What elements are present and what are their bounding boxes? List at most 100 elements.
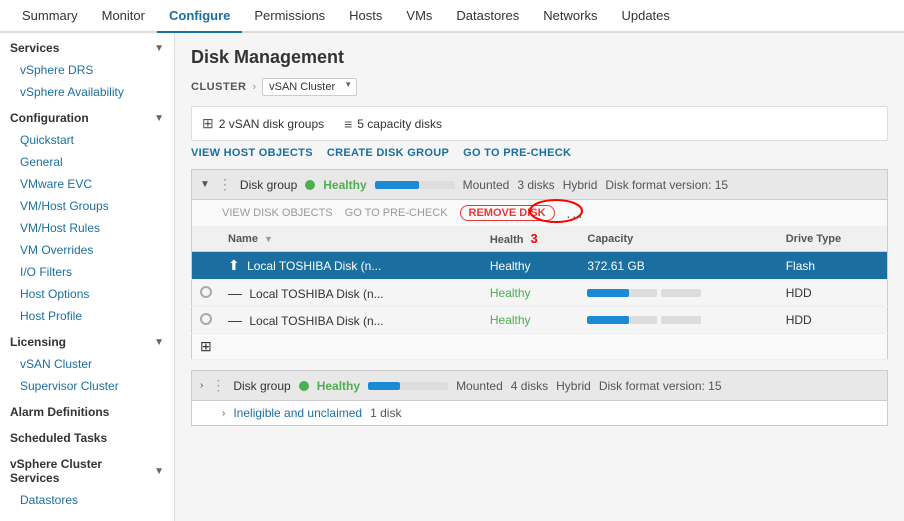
drag-handle-icon-2[interactable]: ⋮ (211, 377, 225, 394)
breadcrumb-cluster-select-wrap[interactable]: vSAN Cluster (262, 78, 357, 96)
row-capacity-cell (579, 280, 777, 307)
disk-group-1-header: ▼ ⋮ Disk group Healthy Mounted 3 disks H… (191, 169, 888, 200)
tab-updates[interactable]: Updates (609, 0, 681, 33)
col-name[interactable]: Name ▼ (220, 226, 482, 252)
progress-bar-fill-2 (368, 382, 400, 390)
expand-disk-group-2-button[interactable]: › (200, 380, 203, 391)
sidebar-item-general[interactable]: General (0, 151, 174, 173)
capacity-bar-2 (661, 289, 701, 297)
disk-groups-stat: ⊞ 2 vSAN disk groups (202, 115, 324, 132)
sidebar-section-services[interactable]: Services ▼ (0, 33, 174, 59)
tab-networks[interactable]: Networks (531, 0, 609, 33)
disk-group-1-format-version: Disk format version: 15 (605, 178, 728, 192)
col-drive-type: Drive Type (778, 226, 888, 252)
capacity-disks-stat: ≡ 5 capacity disks (344, 116, 442, 132)
drag-handle-icon[interactable]: ⋮ (218, 176, 232, 193)
table-row[interactable]: ⬆ Local TOSHIBA Disk (n... Healthy 372.6… (192, 252, 888, 280)
disk-group-1-actions: VIEW DISK OBJECTS GO TO PRE-CHECK REMOVE… (191, 200, 888, 226)
sidebar-section-vsphere-cluster-services[interactable]: vSphere Cluster Services ▼ (0, 449, 174, 489)
chevron-right-icon: › (252, 81, 256, 93)
ineligible-link[interactable]: Ineligible and unclaimed (233, 406, 362, 420)
sidebar-item-vsan-cluster[interactable]: vSAN Cluster (0, 353, 174, 375)
capacity-bar-wrap (587, 289, 769, 297)
sidebar-section-vsan[interactable]: vSAN ▼ (0, 511, 174, 521)
capacity-bar-2 (661, 316, 701, 324)
sidebar-section-licensing[interactable]: Licensing ▼ (0, 327, 174, 353)
go-to-pre-check-link[interactable]: GO TO PRE-CHECK (463, 147, 571, 159)
row-capacity-cell: 372.61 GB (579, 252, 777, 280)
tab-permissions[interactable]: Permissions (242, 0, 337, 33)
sidebar-item-supervisor-cluster[interactable]: Supervisor Cluster (0, 375, 174, 397)
disk-group-2-status: Healthy (317, 379, 360, 393)
goto-pre-check-button: GO TO PRE-CHECK (345, 207, 448, 219)
sort-icon: ▼ (264, 234, 273, 244)
sidebar-item-datastores[interactable]: Datastores (0, 489, 174, 511)
radio-button[interactable] (200, 258, 212, 270)
radio-button[interactable] (200, 313, 212, 325)
capacity-bar-fill (587, 289, 629, 297)
page-title: Disk Management (191, 47, 888, 68)
stats-bar: ⊞ 2 vSAN disk groups ≡ 5 capacity disks (191, 106, 888, 141)
remove-disk-button[interactable]: REMOVE DISK 4 (460, 205, 555, 221)
table-footer-row: ⊞ (192, 334, 888, 360)
disk-group-label-1: Disk group (240, 178, 297, 192)
row-select-cell[interactable] (192, 252, 221, 280)
health-status-dot-2 (299, 381, 309, 391)
tab-hosts[interactable]: Hosts (337, 0, 394, 33)
disk-icon: — (228, 285, 242, 301)
expand-disk-group-1-button[interactable]: ▼ (200, 179, 210, 190)
tab-summary[interactable]: Summary (10, 0, 90, 33)
sidebar-item-host-profile[interactable]: Host Profile (0, 305, 174, 327)
sidebar-item-vmhost-rules[interactable]: VM/Host Rules (0, 217, 174, 239)
sidebar-item-vmhost-groups[interactable]: VM/Host Groups (0, 195, 174, 217)
sidebar-item-quickstart[interactable]: Quickstart (0, 129, 174, 151)
row-name-cell: — Local TOSHIBA Disk (n... (220, 307, 482, 334)
row-name-cell: — Local TOSHIBA Disk (n... (220, 280, 482, 307)
row-select-cell[interactable] (192, 307, 221, 334)
disk-group-2-mounted: Mounted (456, 379, 503, 393)
disk-group-2-progress (368, 382, 448, 390)
sidebar-item-vsphere-drs[interactable]: vSphere DRS (0, 59, 174, 81)
row-health-cell: Healthy (482, 252, 580, 280)
chevron-down-icon: ▼ (154, 43, 164, 54)
sidebar-section-configuration[interactable]: Configuration ▼ (0, 103, 174, 129)
sidebar-item-vmware-evc[interactable]: VMware EVC (0, 173, 174, 195)
tab-datastores[interactable]: Datastores (444, 0, 531, 33)
tab-vms[interactable]: VMs (394, 0, 444, 33)
capacity-bar (587, 316, 657, 324)
capacity-bar-fill (587, 316, 629, 324)
ineligible-count: 1 disk (370, 406, 401, 420)
chevron-down-icon: ▼ (154, 337, 164, 348)
create-disk-group-link[interactable]: CREATE DISK GROUP (327, 147, 449, 159)
disk-icon: ⬆ (228, 257, 240, 273)
progress-bar (375, 181, 455, 189)
disk-group-2-header: › ⋮ Disk group Healthy Mounted 4 disks H… (191, 370, 888, 401)
tab-monitor[interactable]: Monitor (90, 0, 157, 33)
row-select-cell[interactable] (192, 280, 221, 307)
more-actions-button[interactable]: ... (567, 205, 585, 221)
sidebar-item-vm-overrides[interactable]: VM Overrides (0, 239, 174, 261)
sidebar-section-alarm-definitions[interactable]: Alarm Definitions (0, 397, 174, 423)
view-host-objects-link[interactable]: VIEW HOST OBJECTS (191, 147, 313, 159)
row-capacity-cell (579, 307, 777, 334)
disk-group-2: › ⋮ Disk group Healthy Mounted 4 disks H… (191, 370, 888, 426)
table-row[interactable]: — Local TOSHIBA Disk (n... Healthy (192, 280, 888, 307)
table-row[interactable]: — Local TOSHIBA Disk (n... Healthy (192, 307, 888, 334)
sidebar-item-io-filters[interactable]: I/O Filters (0, 261, 174, 283)
disk-group-2-disks: 4 disks (511, 379, 548, 393)
view-disk-objects-button: VIEW DISK OBJECTS (222, 207, 333, 219)
disk-group-1-disks: 3 disks (517, 178, 554, 192)
sidebar-item-host-options[interactable]: Host Options (0, 283, 174, 305)
disk-group-1-progress (375, 181, 455, 189)
radio-button[interactable] (200, 286, 212, 298)
sidebar-section-scheduled-tasks[interactable]: Scheduled Tasks (0, 423, 174, 449)
col-health: Health 3 (482, 226, 580, 252)
annotation-number-3: 3 (531, 231, 538, 246)
tab-configure[interactable]: Configure (157, 0, 242, 33)
sidebar-item-vsphere-availability[interactable]: vSphere Availability (0, 81, 174, 103)
disk-group-icon: ⊞ (202, 115, 214, 132)
expand-ineligible-button[interactable]: › (222, 408, 225, 419)
breadcrumb-cluster-dropdown[interactable]: vSAN Cluster (262, 78, 357, 96)
row-drive-type-cell: HDD (778, 307, 888, 334)
capacity-disk-icon: ≡ (344, 116, 352, 132)
